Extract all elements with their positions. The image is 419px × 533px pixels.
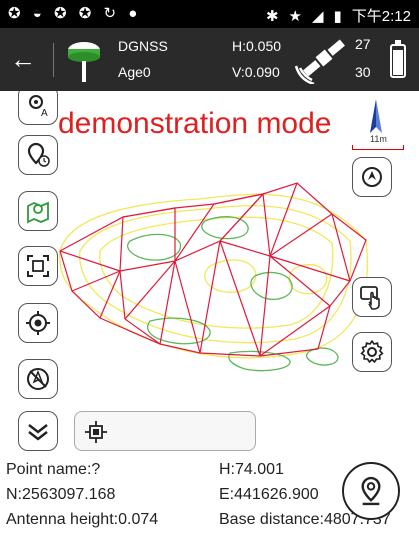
header-divider	[53, 43, 54, 77]
status-icons-left: ✪ ◒ ✪ ✪ ↻ ●	[8, 4, 141, 22]
collect-point-button[interactable]	[342, 462, 400, 520]
zoom-extent-icon	[27, 255, 49, 277]
satellites-tracked: 27	[355, 36, 371, 52]
layer-label-button[interactable]: A	[18, 91, 58, 125]
layer-label-icon: A	[29, 95, 48, 118]
collect-point-icon	[361, 476, 381, 506]
map-pin-icon	[27, 201, 49, 224]
satellites-used: 30	[355, 64, 371, 80]
zoom-extent-button[interactable]	[18, 246, 58, 286]
vertical-precision: V:0.090	[232, 64, 280, 80]
bluetooth-icon: ✱	[265, 7, 279, 25]
receiver-panel[interactable]	[74, 411, 256, 451]
signal-icon: ◢	[311, 7, 324, 25]
navigation-off-button[interactable]	[18, 359, 58, 399]
star-icon: ★	[288, 7, 302, 25]
expand-more-icon	[28, 424, 48, 441]
satellite-icon[interactable]	[294, 36, 350, 84]
point-history-button[interactable]	[18, 135, 58, 175]
app-icon: ✪	[78, 5, 96, 22]
battery-fill	[393, 50, 403, 75]
arrow-left-icon: ←	[10, 43, 36, 74]
locate-icon	[362, 167, 382, 187]
gnss-receiver-icon[interactable]	[62, 38, 106, 84]
back-button[interactable]: ←	[8, 44, 38, 74]
crosshair-icon	[26, 311, 50, 335]
map-pin-button[interactable]	[18, 191, 58, 231]
northing: N:2563097.168	[6, 486, 116, 503]
demo-watermark: demonstration mode	[58, 107, 332, 140]
debug-icon: ●	[128, 5, 142, 22]
fix-type: DGNSS	[118, 38, 168, 54]
app-icon: ✪	[8, 5, 25, 22]
app-icon: ✪	[53, 5, 71, 22]
receiver-battery-icon	[390, 40, 406, 78]
touch-select-icon	[360, 286, 380, 310]
map-scale-bar	[352, 145, 404, 150]
easting: E:441626.900	[219, 486, 319, 503]
map-canvas[interactable]: demonstration mode 11m A	[0, 91, 419, 455]
touch-select-button[interactable]	[352, 277, 392, 317]
status-icons-right: ✱ ★ ◢ ▮ 下午2:12	[266, 5, 411, 26]
settings-icon	[360, 340, 384, 363]
horizontal-precision: H:0.050	[232, 38, 282, 54]
status-time: 下午2:12	[351, 8, 411, 25]
receiver-chip-icon	[85, 421, 107, 443]
wifi-icon: ◒	[32, 5, 46, 22]
sync-icon: ↻	[103, 5, 121, 22]
gnss-header: ← DGNSS Age0 H:0.050 V:0.090 27 30	[0, 28, 419, 91]
map-scale-label: 11m	[370, 134, 387, 144]
status-bar: ✪ ◒ ✪ ✪ ↻ ● ✱ ★ ◢ ▮ 下午2:12	[0, 0, 419, 28]
point-history-icon	[27, 142, 50, 167]
height: H:74.001	[219, 461, 284, 478]
battery-icon: ▮	[333, 7, 342, 25]
navigation-off-icon	[27, 368, 49, 390]
expand-more-button[interactable]	[18, 411, 58, 451]
locate-button[interactable]	[352, 157, 392, 197]
differential-age: Age0	[118, 64, 151, 80]
crosshair-button[interactable]	[18, 303, 58, 343]
settings-button[interactable]	[352, 332, 392, 372]
point-name: Point name:?	[6, 461, 101, 478]
antenna-height: Antenna height:0.074	[6, 511, 159, 528]
svg-text:A: A	[41, 108, 48, 118]
